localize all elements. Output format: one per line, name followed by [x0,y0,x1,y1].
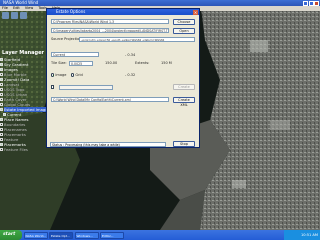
tile-size-label: Tile Size: [51,61,67,65]
radio-icon[interactable] [71,73,75,77]
checkbox-icon[interactable] [0,73,3,76]
checkbox-icon[interactable] [0,123,3,126]
source-file-field[interactable]: C:\imagery\cities\jakarta2004_...2004\pr… [51,28,169,33]
checkbox-icon[interactable] [0,133,3,136]
window-controls [303,0,319,6]
checkbox-icon[interactable] [3,113,6,116]
radio-selected-icon[interactable] [51,73,55,77]
tile-size-field[interactable]: 0.0025 [69,60,93,66]
checkbox-icon[interactable] [0,138,3,141]
layer-manager-panel: Layer Manager Starfield Sky Gradient Ima… [0,50,50,218]
stop-button[interactable]: Stop [173,140,195,147]
minimize-icon[interactable] [303,0,308,6]
checkbox-icon[interactable] [0,103,3,106]
menu-file[interactable]: File [2,6,8,10]
grid-side-value: - 0.32 [125,73,136,77]
checkbox-icon[interactable] [0,68,3,71]
estate-options-dialog: Estate Options × C:\Program Files\NASA\W… [46,8,200,148]
checkbox-icon[interactable] [0,78,3,81]
checkbox-icon[interactable] [0,83,3,86]
install-path-field[interactable]: C:\Program Files\NASA\World Wind 1.3 [51,19,169,24]
start-button[interactable]: start [0,230,22,240]
resolution-value: 150.00 [105,61,118,65]
output-path-field[interactable]: C:\World Wind Data\My Config\Earth\Curre… [51,97,169,102]
taskbar-item[interactable]: NASA World... [23,231,48,239]
menu-view[interactable]: View [25,6,33,10]
option-checkbox-row[interactable] [51,85,55,89]
source-projection-field[interactable]: +proj=utm +zone=50 +south +ellps=WGS84 +… [79,36,195,42]
extents-label: Extents: [135,61,150,65]
taskbar: start NASA World... Estate Opt... Window… [0,230,320,240]
create-button-disabled[interactable]: Create [173,84,195,90]
app-title: NASA World Wind [3,0,39,5]
maximize-icon[interactable] [308,0,314,6]
close-icon[interactable] [314,0,319,6]
grid-radio-option[interactable]: Grid [71,73,83,77]
clock: 10:51 AM [300,233,318,237]
checkbox-icon[interactable] [0,118,3,121]
toolbar [0,11,50,20]
extents-value: 150 M [161,61,172,65]
checkbox-icon[interactable] [0,63,3,66]
layer-name-field[interactable]: Current [51,52,99,57]
checkbox-icon[interactable] [0,93,3,96]
create-xml-button[interactable]: Create XML [173,96,195,107]
checkbox-icon[interactable] [0,88,3,91]
taskbar-item[interactable]: Editor... [100,231,124,239]
checkbox-icon[interactable] [0,143,3,146]
menu-edit[interactable]: Edit [13,6,20,10]
checkbox-icon[interactable] [51,85,55,89]
dialog-title-bar: Estate Options × [47,9,199,15]
dialog-title: Estate Options [56,9,86,14]
disabled-value-field[interactable] [59,84,113,90]
taskbar-item[interactable]: Estate Opt... [49,231,73,239]
name-side-value: - 0.34 [125,52,136,57]
checkbox-icon[interactable] [0,98,3,101]
checkbox-icon[interactable] [0,108,3,111]
checkbox-icon[interactable] [0,128,3,131]
layers-icon[interactable] [11,12,18,19]
globe-icon[interactable] [2,12,9,19]
layer-item[interactable]: Feature Files [0,147,48,152]
source-projection-label: Source Projection: [51,37,83,41]
close-icon[interactable]: × [193,9,198,15]
checkbox-icon[interactable] [0,148,3,151]
layer-manager-title: Layer Manager [2,50,44,56]
choose-button[interactable]: Choose [173,18,195,25]
image-radio-option[interactable]: Image [51,73,66,77]
status-field: Status : Processing (this may take a whi… [50,142,166,147]
taskbar-item[interactable]: Windows... [74,231,99,239]
open-button[interactable]: Open [173,27,195,34]
compass-icon[interactable] [20,12,27,19]
checkbox-icon[interactable] [0,58,3,61]
system-tray: 10:51 AM [284,230,320,240]
